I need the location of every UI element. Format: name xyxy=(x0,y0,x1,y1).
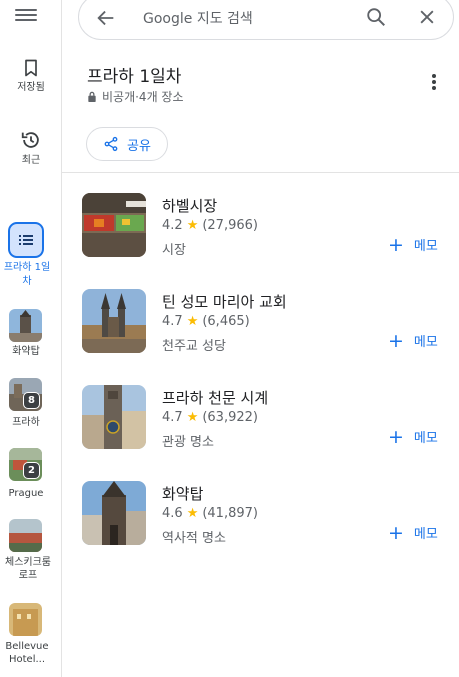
astronomical-clock-photo xyxy=(82,385,146,449)
rail-list-label-1[interactable]: 화약탑 xyxy=(0,345,52,358)
list-icon xyxy=(19,235,33,245)
divider xyxy=(62,172,459,173)
rail-active-list[interactable] xyxy=(8,222,44,258)
place-category: 역사적 명소 xyxy=(162,531,226,546)
place-rating: 4.7 ★ (6,465) xyxy=(162,314,250,329)
bookmark-icon xyxy=(25,59,37,77)
search-bar[interactable]: Google 지도 검색 xyxy=(78,0,454,40)
add-memo-button[interactable]: + 메모 xyxy=(388,331,438,350)
star-icon: ★ xyxy=(186,314,199,329)
powder-tower-photo xyxy=(82,481,146,545)
rail-list-count-badge: 2 xyxy=(23,462,40,479)
place-rating: 4.7 ★ (63,922) xyxy=(162,410,258,425)
rail-list-label-5[interactable]: Bellevue Hotel... xyxy=(3,640,51,666)
memo-label: 메모 xyxy=(413,335,438,350)
rating-value: 4.7 xyxy=(162,314,183,329)
list-meta: 비공개·4개 장소 xyxy=(87,88,184,105)
plus-icon: + xyxy=(388,233,404,256)
place-category: 시장 xyxy=(162,243,186,258)
place-rating: 4.2 ★ (27,966) xyxy=(162,218,258,233)
close-icon[interactable] xyxy=(417,7,437,27)
back-arrow-icon[interactable] xyxy=(95,7,117,29)
place-name[interactable]: 틴 성모 마리아 교회 xyxy=(162,291,287,312)
left-rail: 저장됨 최근 프라하 1일차 화약탑 8 프라하 2 Prague 체스키크룸로… xyxy=(0,0,62,677)
star-icon: ★ xyxy=(186,410,199,425)
rail-active-list-label[interactable]: 프라하 1일차 xyxy=(0,261,54,289)
review-count: (63,922) xyxy=(202,410,258,425)
place-photo xyxy=(82,385,146,449)
rating-value: 4.6 xyxy=(162,506,183,521)
rail-list-thumb-prague-en[interactable]: 2 xyxy=(9,448,42,481)
place-rating: 4.6 ★ (41,897) xyxy=(162,506,258,521)
plus-icon: + xyxy=(388,521,404,544)
place-photo xyxy=(82,289,146,353)
star-icon: ★ xyxy=(186,218,199,233)
review-count: (27,966) xyxy=(202,218,258,233)
cesky-krumlov-thumbnail xyxy=(9,519,42,552)
list-item[interactable]: 프라하 천문 시계 4.7 ★ (63,922) 관광 명소 + 메모 xyxy=(62,385,459,481)
list-item[interactable]: 하벨시장 4.2 ★ (27,966) 시장 + 메모 xyxy=(62,193,459,289)
rail-recent-label: 최근 xyxy=(21,155,41,166)
rail-recent[interactable]: 최근 xyxy=(0,129,62,168)
share-icon xyxy=(104,136,118,152)
search-icon[interactable] xyxy=(365,6,387,28)
review-count: (41,897) xyxy=(202,506,258,521)
rail-list-label-2[interactable]: 프라하 xyxy=(0,416,52,429)
rail-saved-label: 저장됨 xyxy=(17,82,45,93)
plus-icon: + xyxy=(388,329,404,352)
place-photo xyxy=(82,193,146,257)
powder-tower-thumbnail xyxy=(9,309,42,342)
place-name[interactable]: 화약탑 xyxy=(162,483,203,504)
list-item[interactable]: 화약탑 4.6 ★ (41,897) 역사적 명소 + 메모 xyxy=(62,481,459,577)
lock-icon xyxy=(88,91,96,102)
place-name[interactable]: 하벨시장 xyxy=(162,195,217,216)
plus-icon: + xyxy=(388,425,404,448)
place-category: 관광 명소 xyxy=(162,435,214,450)
rating-value: 4.7 xyxy=(162,410,183,425)
share-label: 공유 xyxy=(127,138,151,154)
history-icon xyxy=(21,132,39,148)
rail-list-count-badge: 8 xyxy=(23,392,40,409)
memo-label: 메모 xyxy=(413,239,438,254)
rail-list-thumb-prague[interactable]: 8 xyxy=(9,378,42,411)
tyn-church-photo xyxy=(82,289,146,353)
search-input[interactable]: Google 지도 검색 xyxy=(143,8,253,28)
place-photo xyxy=(82,481,146,545)
add-memo-button[interactable]: + 메모 xyxy=(388,235,438,254)
place-name[interactable]: 프라하 천문 시계 xyxy=(162,387,268,408)
rail-list-thumb-cesky-krumlov[interactable] xyxy=(9,519,42,552)
rail-list-thumb-powder-tower[interactable] xyxy=(9,309,42,342)
star-icon: ★ xyxy=(186,506,199,521)
menu-icon[interactable] xyxy=(15,6,37,26)
rail-list-label-4[interactable]: 체스키크룸로프 xyxy=(3,556,53,582)
list-title: 프라하 1일차 xyxy=(87,67,182,87)
memo-label: 메모 xyxy=(413,527,438,542)
havel-market-photo xyxy=(82,193,146,257)
place-category: 천주교 성당 xyxy=(162,339,226,354)
list-item[interactable]: 틴 성모 마리아 교회 4.7 ★ (6,465) 천주교 성당 + 메모 xyxy=(62,289,459,385)
list-privacy-count: 비공개·4개 장소 xyxy=(102,90,184,104)
rail-list-label-3[interactable]: Prague xyxy=(0,487,52,500)
share-button[interactable]: 공유 xyxy=(86,127,168,161)
memo-label: 메모 xyxy=(413,431,438,446)
add-memo-button[interactable]: + 메모 xyxy=(388,523,438,542)
rail-list-thumb-bellevue[interactable] xyxy=(9,603,42,636)
rail-saved[interactable]: 저장됨 xyxy=(0,58,62,95)
review-count: (6,465) xyxy=(202,314,250,329)
more-options-icon[interactable] xyxy=(424,72,444,92)
rating-value: 4.2 xyxy=(162,218,183,233)
bellevue-hotel-thumbnail xyxy=(9,603,42,636)
add-memo-button[interactable]: + 메모 xyxy=(388,427,438,446)
